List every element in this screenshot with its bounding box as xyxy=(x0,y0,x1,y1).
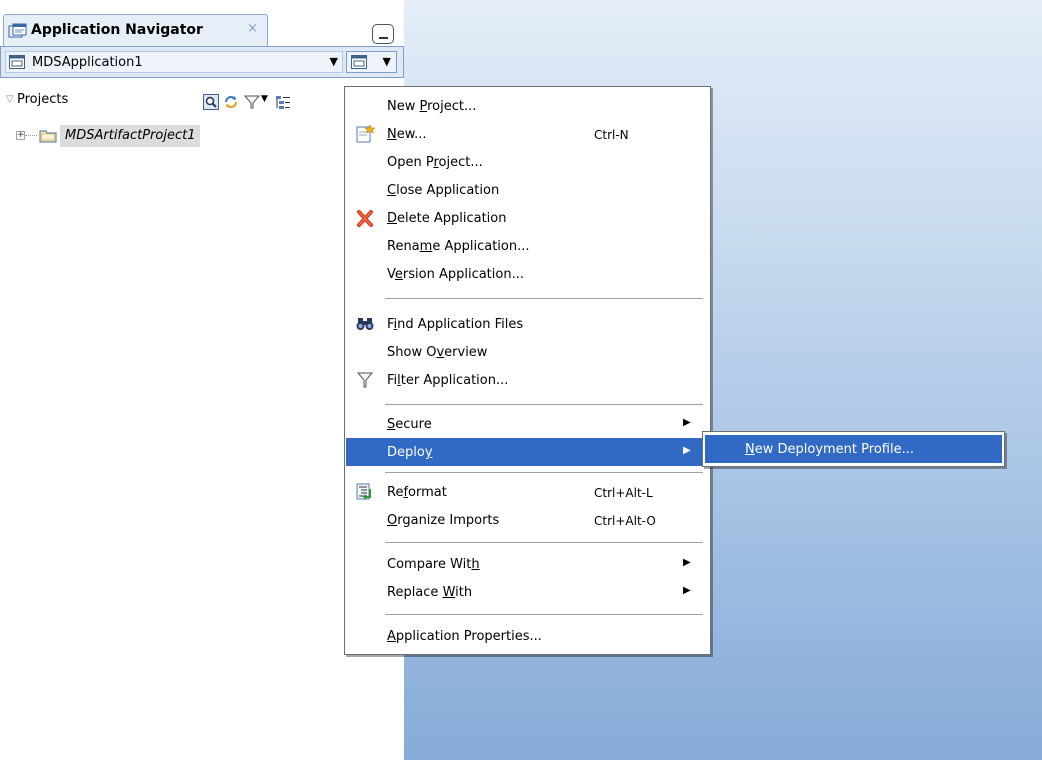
menu-item-label: New... xyxy=(387,127,427,142)
application-navigator-icon xyxy=(8,23,27,38)
menu-item-label: Delete Application xyxy=(387,211,507,226)
menu-separator xyxy=(385,542,703,543)
search-icon[interactable] xyxy=(203,94,219,110)
menu-item-label: Application Properties... xyxy=(387,629,542,644)
context-menu: New Project... New... Ctrl-N Open Projec… xyxy=(344,86,711,655)
close-icon[interactable]: × xyxy=(247,21,258,36)
menu-item-label: Open Project... xyxy=(387,155,483,170)
menu-separator xyxy=(385,404,703,405)
menu-item-deploy[interactable]: Deploy ▶ xyxy=(346,438,709,466)
menu-item-label: Compare With xyxy=(387,557,480,572)
application-selector[interactable]: MDSApplication1 ▼ xyxy=(5,51,343,73)
menu-item-open-project[interactable]: Open Project... xyxy=(346,148,709,176)
menu-item-compare-with[interactable]: Compare With ▶ xyxy=(346,550,709,578)
menu-item-label: New Project... xyxy=(387,99,477,114)
chevron-down-icon[interactable]: ▼ xyxy=(261,94,268,104)
navigator-tab-title: Application Navigator xyxy=(31,22,203,38)
menu-item-label: Find Application Files xyxy=(387,317,524,332)
filter-icon[interactable] xyxy=(244,94,260,110)
application-name: MDSApplication1 xyxy=(32,55,143,70)
application-menu-button[interactable]: ▼ xyxy=(346,51,397,73)
chevron-down-icon: ▼ xyxy=(329,55,338,68)
menu-item-label: Secure xyxy=(387,417,432,432)
menu-item-new[interactable]: New... Ctrl-N xyxy=(346,120,709,148)
menu-item-label: Replace With xyxy=(387,585,473,600)
menu-item-new-deployment-profile[interactable]: New Deployment Profile... xyxy=(705,435,1002,463)
menu-item-delete-application[interactable]: Delete Application xyxy=(346,204,709,232)
binoculars-icon xyxy=(356,318,374,330)
menu-item-label: Rename Application... xyxy=(387,239,530,254)
menu-item-label: Reformat xyxy=(387,485,447,500)
application-icon xyxy=(9,55,25,69)
menu-item-application-properties[interactable]: Application Properties... xyxy=(346,622,709,650)
menu-item-label: Version Application... xyxy=(387,267,524,282)
menu-separator xyxy=(385,472,703,473)
menu-item-show-overview[interactable]: Show Overview xyxy=(346,338,709,366)
projects-label: Projects xyxy=(17,92,69,107)
menu-item-rename-application[interactable]: Rename Application... xyxy=(346,232,709,260)
filter-icon xyxy=(356,372,374,388)
menu-item-label: Organize Imports xyxy=(387,513,500,528)
menu-item-secure[interactable]: Secure ▶ xyxy=(346,410,709,438)
folder-icon xyxy=(39,130,57,143)
tree-connector xyxy=(25,135,37,136)
project-name[interactable]: MDSArtifactProject1 xyxy=(60,125,201,147)
menu-item-filter-application[interactable]: Filter Application... xyxy=(346,366,709,394)
menu-item-close-application[interactable]: Close Application xyxy=(346,176,709,204)
menu-item-label: New Deployment Profile... xyxy=(745,442,914,457)
application-menu-icon xyxy=(351,55,367,69)
menu-item-shortcut: Ctrl+Alt-L xyxy=(594,486,653,500)
menu-item-shortcut: Ctrl-N xyxy=(594,128,629,142)
submenu-arrow-icon: ▶ xyxy=(683,417,691,428)
menu-item-replace-with[interactable]: Replace With ▶ xyxy=(346,578,709,606)
menu-item-label: Filter Application... xyxy=(387,373,509,388)
menu-item-reformat[interactable]: Reformat Ctrl+Alt-L xyxy=(346,478,709,506)
menu-separator xyxy=(385,298,703,299)
reformat-icon xyxy=(356,483,371,500)
application-navigator-tab[interactable]: Application Navigator × xyxy=(3,14,268,46)
menu-item-new-project[interactable]: New Project... xyxy=(346,92,709,120)
submenu-arrow-icon: ▶ xyxy=(683,585,691,596)
chevron-down-icon: ▼ xyxy=(382,55,391,68)
minimize-button[interactable] xyxy=(372,24,394,44)
expand-plus-icon[interactable]: + xyxy=(16,131,25,140)
menu-item-version-application[interactable]: Version Application... xyxy=(346,260,709,288)
menu-item-label: Show Overview xyxy=(387,345,488,360)
menu-separator xyxy=(385,614,703,615)
submenu-arrow-icon: ▶ xyxy=(683,445,691,456)
submenu-arrow-icon: ▶ xyxy=(683,557,691,568)
application-bar: MDSApplication1 ▼ ▼ xyxy=(0,46,404,78)
menu-item-label: Deploy xyxy=(387,445,433,460)
view-options-icon[interactable] xyxy=(275,94,291,110)
menu-item-label: Close Application xyxy=(387,183,500,198)
menu-item-find-application-files[interactable]: Find Application Files xyxy=(346,310,709,338)
new-file-icon xyxy=(356,125,375,143)
menu-item-organize-imports[interactable]: Organize Imports Ctrl+Alt-O xyxy=(346,506,709,534)
delete-x-icon xyxy=(357,210,373,227)
collapse-triangle-icon[interactable]: ▽ xyxy=(6,94,14,105)
refresh-icon[interactable] xyxy=(223,94,239,110)
menu-item-shortcut: Ctrl+Alt-O xyxy=(594,514,656,528)
deploy-submenu: New Deployment Profile... xyxy=(702,431,1005,467)
